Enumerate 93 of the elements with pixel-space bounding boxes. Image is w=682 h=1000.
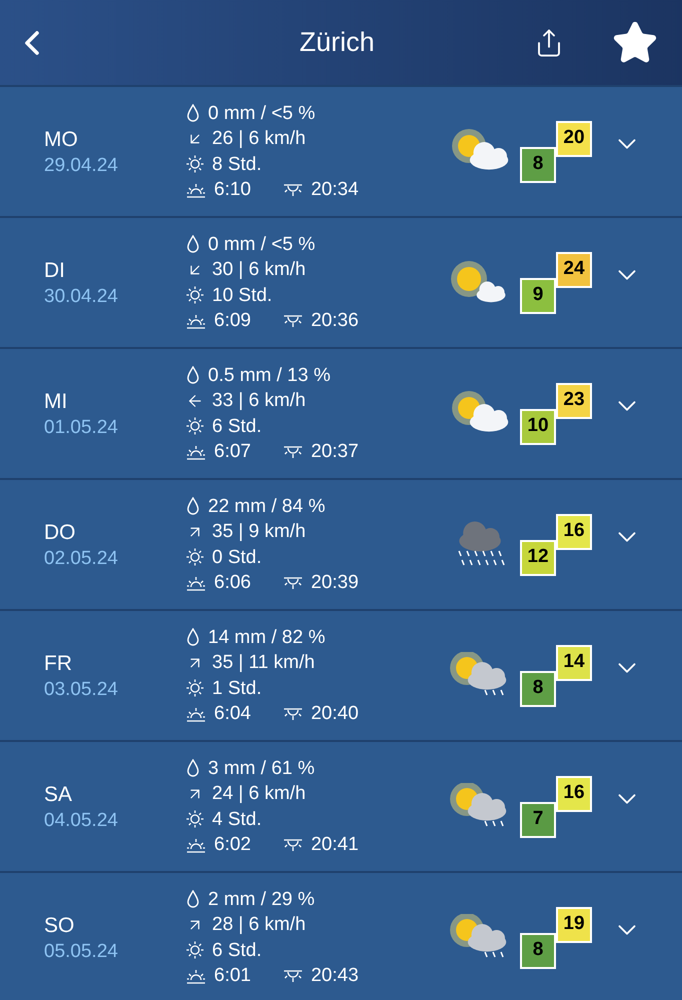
max-temperature: 23 — [556, 382, 592, 418]
sunset-icon — [282, 706, 303, 722]
sunrise-icon — [186, 312, 206, 329]
date: 04.05.24 — [44, 808, 119, 832]
sunrise-icon — [186, 836, 206, 853]
sunrise-icon — [186, 182, 206, 198]
sunset-icon — [282, 836, 303, 853]
date: 01.05.24 — [44, 416, 119, 440]
min-temperature: 8 — [520, 146, 556, 182]
sunset-time: 20:34 — [310, 178, 359, 202]
drop-icon — [186, 104, 200, 122]
wind-reading: 35 | 11 km/h — [212, 651, 315, 675]
favorite-star-button[interactable] — [612, 20, 658, 66]
weekday: SA — [44, 782, 74, 808]
max-temperature: 14 — [556, 644, 592, 680]
sunset-time: 20:41 — [310, 833, 359, 857]
sunshine-hours: 4 Std. — [212, 808, 262, 832]
max-temperature: 19 — [556, 906, 592, 942]
max-temperature: 16 — [556, 776, 592, 812]
max-temperature: 16 — [556, 514, 592, 550]
sun-icon — [186, 286, 204, 304]
wind-reading: 24 | 6 km/h — [212, 782, 306, 806]
precipitation: 22 mm / 84 % — [208, 494, 326, 518]
min-temperature: 12 — [520, 540, 556, 576]
wind-reading: 30 | 6 km/h — [212, 258, 306, 282]
weekday: SO — [44, 912, 76, 938]
sunset-time: 20:40 — [310, 702, 359, 726]
sunrise-time: 6:02 — [214, 833, 251, 857]
sun-icon — [186, 810, 204, 828]
sunrise-icon — [186, 444, 206, 460]
weekday: FR — [44, 650, 73, 676]
sunshine-hours: 6 Std. — [212, 938, 262, 962]
min-temperature: 8 — [520, 932, 556, 968]
weekday: MI — [44, 388, 68, 414]
sunshine-hours: 0 Std. — [212, 546, 262, 570]
precipitation: 0 mm / <5 % — [208, 102, 316, 126]
sunset-icon — [282, 968, 303, 984]
drop-icon — [186, 497, 200, 516]
sunshine-hours: 10 Std. — [212, 284, 272, 308]
drop-icon — [186, 759, 200, 778]
sunset-time: 20:39 — [310, 571, 359, 595]
sunrise-icon — [186, 574, 206, 591]
wind-reading: 35 | 9 km/h — [212, 520, 306, 544]
max-temperature: 24 — [556, 252, 592, 288]
precipitation: 3 mm / 61 % — [208, 756, 315, 780]
min-temperature: 9 — [520, 278, 556, 314]
sunrise-time: 6:01 — [214, 964, 251, 988]
sun-icon — [186, 941, 204, 960]
sunset-icon — [282, 182, 303, 198]
drop-icon — [186, 890, 200, 908]
sunset-icon — [282, 574, 303, 591]
drop-icon — [186, 235, 200, 254]
precipitation: 2 mm / 29 % — [208, 888, 315, 912]
precipitation: 14 mm / 82 % — [208, 626, 326, 650]
date: 30.04.24 — [44, 284, 119, 308]
wind-reading: 33 | 6 km/h — [212, 389, 306, 413]
sunrise-time: 6:10 — [214, 178, 251, 202]
sunshine-hours: 6 Std. — [212, 414, 262, 438]
min-temperature: 10 — [520, 408, 556, 444]
sunset-icon — [282, 444, 303, 460]
sunshine-hours: 8 Std. — [212, 152, 262, 176]
sunrise-time: 6:07 — [214, 440, 251, 464]
date: 02.05.24 — [44, 546, 119, 570]
wind-reading: 26 | 6 km/h — [212, 127, 306, 151]
sunrise-time: 6:09 — [214, 309, 251, 333]
sunset-time: 20:37 — [310, 440, 359, 464]
weekday: MO — [44, 126, 79, 152]
min-temperature: 7 — [520, 802, 556, 838]
date: 05.05.24 — [44, 940, 119, 964]
sunrise-icon — [186, 706, 206, 722]
min-temperature: 8 — [520, 670, 556, 706]
sunshine-hours: 1 Std. — [212, 676, 262, 700]
sunset-icon — [282, 312, 303, 329]
sunrise-icon — [186, 968, 206, 984]
weekday: DO — [44, 520, 76, 546]
weekday: DI — [44, 258, 66, 284]
sunrise-time: 6:06 — [214, 571, 251, 595]
date: 03.05.24 — [44, 678, 119, 702]
sunset-time: 20:43 — [310, 964, 359, 988]
sun-icon — [186, 548, 204, 566]
max-temperature: 20 — [556, 120, 592, 156]
wind-reading: 28 | 6 km/h — [212, 913, 306, 937]
sunrise-time: 6:04 — [214, 702, 251, 726]
sun-icon — [186, 155, 204, 174]
precipitation: 0 mm / <5 % — [208, 232, 316, 256]
precipitation: 0.5 mm / 13 % — [208, 364, 330, 388]
sun-icon — [186, 679, 204, 698]
sunset-time: 20:36 — [310, 309, 359, 333]
drop-icon — [186, 366, 200, 384]
city-title: Zürich — [298, 26, 376, 60]
drop-icon — [186, 628, 200, 646]
date: 29.04.24 — [44, 154, 119, 178]
sun-icon — [186, 417, 204, 436]
